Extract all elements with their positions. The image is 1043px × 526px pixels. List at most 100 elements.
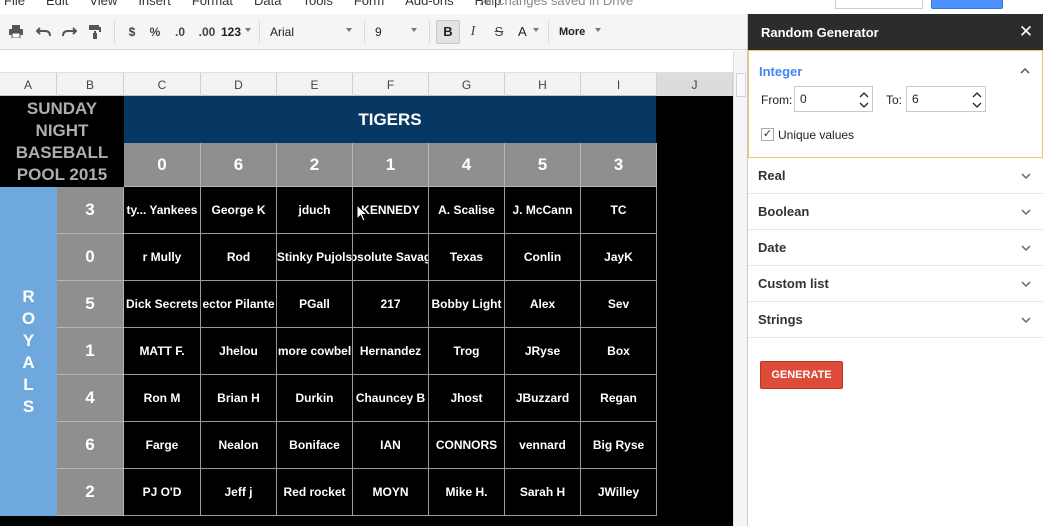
section-date[interactable]: Date <box>748 230 1043 266</box>
square-cell[interactable]: MOYN <box>353 469 429 516</box>
menu-format[interactable]: Format <box>192 0 233 8</box>
square-cell[interactable]: MATT F. <box>124 328 201 375</box>
square-cell[interactable]: Box <box>581 328 657 375</box>
undo-icon[interactable] <box>30 20 56 44</box>
menu-view[interactable]: View <box>89 0 117 8</box>
print-icon[interactable] <box>2 20 30 44</box>
more-tools-dropdown[interactable]: More <box>555 20 603 44</box>
top-digit-cell[interactable]: 0 <box>124 143 201 187</box>
column-header-a[interactable]: A <box>0 73 57 96</box>
vertical-scrollbar[interactable] <box>733 51 747 526</box>
square-cell[interactable]: Rod <box>201 234 277 281</box>
menu-file[interactable]: File <box>4 0 25 8</box>
top-team-header[interactable]: TIGERS <box>124 96 656 143</box>
square-cell[interactable]: PGall <box>277 281 353 328</box>
formula-bar[interactable] <box>0 51 733 73</box>
decrease-decimal-button[interactable]: .0 <box>167 20 193 44</box>
menu-edit[interactable]: Edit <box>46 0 68 8</box>
share-button[interactable] <box>931 0 1003 9</box>
menu-data[interactable]: Data <box>254 0 281 8</box>
square-cell[interactable]: Trog <box>429 328 505 375</box>
more-formats-dropdown[interactable]: 123 <box>221 20 253 44</box>
to-input[interactable]: 6 <box>906 86 986 112</box>
unique-values-checkbox[interactable]: ✓ <box>761 128 774 141</box>
section-real[interactable]: Real <box>748 158 1043 194</box>
square-cell[interactable]: CONNORS <box>429 422 505 469</box>
column-header-d[interactable]: D <box>201 73 277 96</box>
currency-button[interactable]: $ <box>121 20 143 44</box>
square-cell[interactable]: r Mully <box>124 234 201 281</box>
square-cell[interactable]: Mike H. <box>429 469 505 516</box>
column-header-g[interactable]: G <box>429 73 505 96</box>
square-cell[interactable]: Chauncey B <box>353 375 429 422</box>
square-cell[interactable]: Boniface <box>277 422 353 469</box>
top-digit-cell[interactable]: 6 <box>201 143 277 187</box>
side-digit-cell[interactable]: 4 <box>57 375 124 422</box>
side-digit-cell[interactable]: 1 <box>57 328 124 375</box>
square-cell[interactable]: Texas <box>429 234 505 281</box>
side-team-header[interactable]: R O Y A L S <box>0 187 57 516</box>
square-cell[interactable]: Bobby Light <box>429 281 505 328</box>
square-cell[interactable]: Jeff j <box>201 469 277 516</box>
square-cell[interactable]: TC <box>581 187 657 234</box>
square-cell[interactable]: George K <box>201 187 277 234</box>
square-cell[interactable]: jduch <box>277 187 353 234</box>
scroll-handle[interactable] <box>736 73 746 97</box>
side-digit-cell[interactable]: 0 <box>57 234 124 281</box>
square-cell[interactable]: J. McCann <box>505 187 581 234</box>
square-cell[interactable]: JayK <box>581 234 657 281</box>
square-cell[interactable]: Alex <box>505 281 581 328</box>
square-cell[interactable]: ector Pilante <box>201 281 277 328</box>
square-cell[interactable]: Jhost <box>429 375 505 422</box>
square-cell[interactable]: A. Scalise <box>429 187 505 234</box>
spinner-icon[interactable] <box>859 90 869 110</box>
square-cell[interactable]: Conlin <box>505 234 581 281</box>
top-digit-cell[interactable]: 5 <box>505 143 581 187</box>
top-digit-cell[interactable]: 4 <box>429 143 505 187</box>
square-cell[interactable]: Regan <box>581 375 657 422</box>
menu-insert[interactable]: Insert <box>138 0 171 8</box>
column-header-b[interactable]: B <box>57 73 124 96</box>
square-cell[interactable]: Sarah H <box>505 469 581 516</box>
square-cell[interactable]: JBuzzard <box>505 375 581 422</box>
square-cell[interactable]: bsolute Savag <box>353 234 429 281</box>
top-digit-cell[interactable]: 2 <box>277 143 353 187</box>
column-header-i[interactable]: I <box>581 73 657 96</box>
square-cell[interactable]: Brian H <box>201 375 277 422</box>
strikethrough-button[interactable]: S <box>486 20 512 44</box>
redo-icon[interactable] <box>56 20 82 44</box>
column-header-f[interactable]: F <box>353 73 429 96</box>
paint-format-icon[interactable] <box>82 20 108 44</box>
square-cell[interactable]: Dick Secrets <box>124 281 201 328</box>
square-cell[interactable]: Farge <box>124 422 201 469</box>
top-digit-cell[interactable]: 1 <box>353 143 429 187</box>
square-cell[interactable]: JRyse <box>505 328 581 375</box>
menu-form[interactable]: Form <box>354 0 384 8</box>
from-input[interactable]: 0 <box>794 86 873 112</box>
italic-button[interactable]: I <box>460 20 486 44</box>
section-custom-list[interactable]: Custom list <box>748 266 1043 302</box>
square-cell[interactable]: Ron M <box>124 375 201 422</box>
spreadsheet-grid[interactable]: SUNDAY NIGHT BASEBALL POOL 2015 TIGERS R… <box>0 96 733 526</box>
side-digit-cell[interactable]: 2 <box>57 469 124 516</box>
menu-addons[interactable]: Add-ons <box>405 0 453 8</box>
generate-button[interactable]: GENERATE <box>760 361 843 389</box>
close-icon[interactable]: ✕ <box>1017 23 1035 41</box>
spinner-icon[interactable] <box>972 90 982 110</box>
column-header-h[interactable]: H <box>505 73 581 96</box>
text-color-dropdown[interactable]: A <box>512 20 542 44</box>
bold-button[interactable]: B <box>436 19 460 44</box>
square-cell[interactable]: Sev <box>581 281 657 328</box>
column-header-c[interactable]: C <box>124 73 201 96</box>
section-boolean[interactable]: Boolean <box>748 194 1043 230</box>
square-cell[interactable]: JWilley <box>581 469 657 516</box>
comments-field[interactable] <box>835 0 923 9</box>
pool-title[interactable]: SUNDAY NIGHT BASEBALL POOL 2015 <box>0 96 124 187</box>
font-family-dropdown[interactable]: Arial <box>266 20 358 44</box>
increase-decimal-button[interactable]: .00 <box>193 20 221 44</box>
square-cell[interactable]: Stinky Pujols <box>277 234 353 281</box>
square-cell[interactable]: 217 <box>353 281 429 328</box>
chevron-up-icon[interactable] <box>1020 66 1030 76</box>
side-digit-cell[interactable]: 5 <box>57 281 124 328</box>
square-cell[interactable]: Nealon <box>201 422 277 469</box>
